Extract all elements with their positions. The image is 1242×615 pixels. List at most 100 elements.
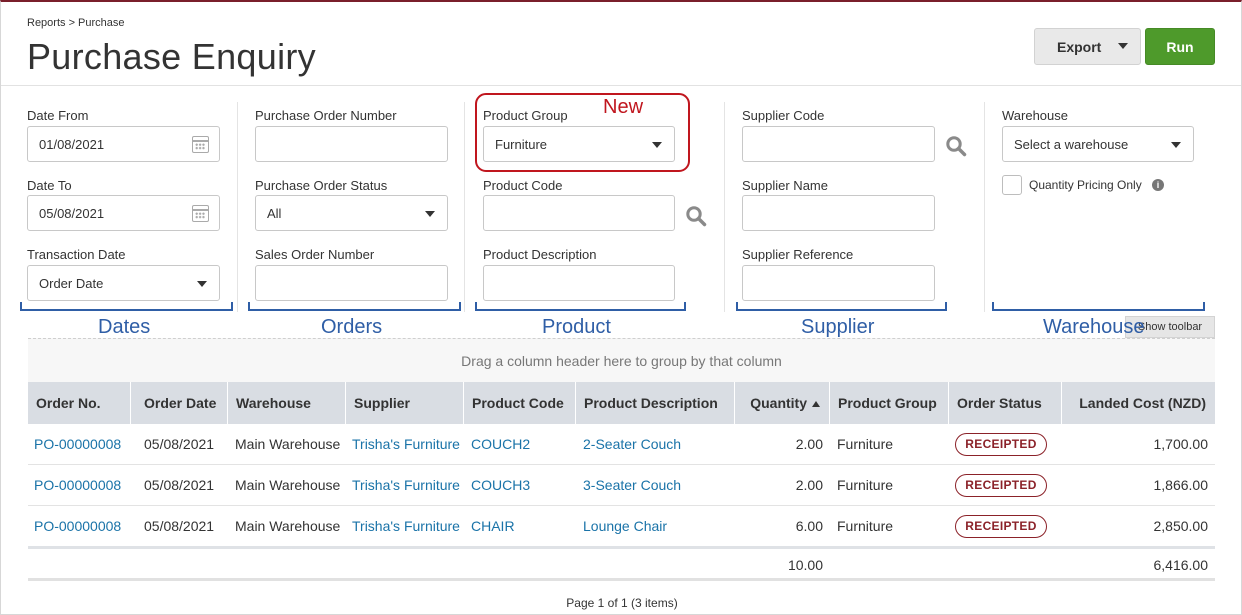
supplier-link[interactable]: Trisha's Furniture: [352, 465, 462, 505]
product-code-input[interactable]: [483, 195, 675, 231]
total-landed-cost: 6,416.00: [1153, 557, 1209, 573]
column-header-product-group[interactable]: Product Group: [829, 382, 948, 424]
supplier-reference-input[interactable]: [742, 265, 935, 301]
column-header-supplier[interactable]: Supplier: [345, 382, 463, 424]
product-group-label-annotation: Product: [542, 316, 611, 338]
product-group: Furniture: [837, 436, 894, 452]
date-to-label: Date To: [27, 178, 72, 193]
purchase-order-status-label: Purchase Order Status: [255, 178, 388, 193]
product-group: Furniture: [837, 518, 894, 534]
table-row[interactable]: PO-00000008 05/08/2021 Main Warehouse Trish…: [28, 506, 1215, 547]
grid-header: Order No. Order Date Warehouse Supplier …: [28, 382, 1215, 424]
product-description-link[interactable]: 3-Seater Couch: [583, 465, 733, 505]
product-code-link[interactable]: COUCH3: [471, 465, 571, 505]
export-label: Export: [1057, 38, 1102, 55]
landed-cost: 2,850.00: [1153, 518, 1209, 534]
divider: [1, 85, 1241, 86]
quantity: 2.00: [795, 436, 823, 452]
column-header-warehouse[interactable]: Warehouse: [227, 382, 345, 424]
group-by-panel[interactable]: Drag a column header here to group by th…: [28, 338, 1215, 382]
quantity: 2.00: [795, 477, 823, 493]
divider: [724, 102, 725, 312]
product-description-label: Product Description: [483, 247, 597, 262]
product-description-input[interactable]: [483, 265, 675, 301]
purchase-order-number-input[interactable]: [255, 126, 448, 162]
purchase-order-status-value: All: [267, 205, 282, 221]
purchase-order-status-select[interactable]: All: [255, 195, 448, 231]
sales-order-number-input[interactable]: [255, 265, 448, 301]
product-code-link[interactable]: CHAIR: [471, 506, 571, 546]
status-badge: RECEIPTED: [955, 433, 1047, 456]
date-from-value: 01/08/2021: [39, 136, 105, 152]
export-button[interactable]: Export: [1034, 28, 1141, 65]
warehouse: Main Warehouse: [235, 436, 341, 452]
column-header-quantity-label: Quantity: [750, 395, 807, 411]
warehouse-group-label: Warehouse: [1043, 316, 1145, 338]
supplier-bracket: [736, 302, 947, 311]
column-header-order-date[interactable]: Order Date: [130, 382, 227, 424]
supplier-link[interactable]: Trisha's Furniture: [352, 506, 462, 546]
breadcrumb[interactable]: Reports > Purchase: [27, 17, 125, 29]
supplier-code-input[interactable]: [742, 126, 935, 162]
landed-cost: 1,866.00: [1153, 477, 1209, 493]
new-highlight-box: [475, 93, 690, 172]
pager-info: Page 1 of 1 (3 items): [566, 596, 678, 610]
search-icon[interactable]: [685, 205, 707, 227]
column-header-product-description[interactable]: Product Description: [575, 382, 734, 424]
column-header-quantity[interactable]: Quantity: [734, 382, 829, 424]
order-no-link[interactable]: PO-00000008: [34, 506, 130, 546]
product-code-link[interactable]: COUCH2: [471, 424, 571, 464]
column-header-landed-cost[interactable]: Landed Cost (NZD): [1061, 382, 1215, 424]
run-button[interactable]: Run: [1145, 28, 1215, 65]
order-no-link[interactable]: PO-00000008: [34, 424, 130, 464]
column-header-product-code[interactable]: Product Code: [463, 382, 575, 424]
search-icon[interactable]: [945, 135, 967, 157]
info-icon[interactable]: i: [1152, 179, 1164, 191]
supplier-link[interactable]: Trisha's Furniture: [352, 424, 462, 464]
order-no-link[interactable]: PO-00000008: [34, 465, 130, 505]
sales-order-number-label: Sales Order Number: [255, 247, 375, 262]
quantity: 6.00: [795, 518, 823, 534]
new-annotation: New: [603, 96, 644, 118]
table-row[interactable]: PO-00000008 05/08/2021 Main Warehouse Trish…: [28, 465, 1215, 506]
quantity-pricing-checkbox[interactable]: [1002, 175, 1022, 195]
product-description-link[interactable]: Lounge Chair: [583, 506, 733, 546]
total-quantity: 10.00: [787, 557, 823, 573]
sort-ascending-icon: [812, 401, 820, 407]
order-date: 05/08/2021: [144, 436, 215, 452]
product-code-label: Product Code: [483, 178, 563, 193]
warehouse: Main Warehouse: [235, 477, 341, 493]
product-group: Furniture: [837, 477, 894, 493]
supplier-name-label: Supplier Name: [742, 178, 828, 193]
date-from-label: Date From: [27, 108, 89, 123]
date-from-input[interactable]: 01/08/2021: [27, 126, 220, 162]
supplier-reference-label: Supplier Reference: [742, 247, 854, 262]
quantity-pricing-label: Quantity Pricing Only: [1029, 178, 1142, 192]
purchase-order-number-label: Purchase Order Number: [255, 108, 397, 123]
date-to-value: 05/08/2021: [39, 205, 105, 221]
table-row[interactable]: PO-00000008 05/08/2021 Main Warehouse Trish…: [28, 424, 1215, 465]
chevron-down-icon: [1118, 43, 1128, 49]
supplier-name-input[interactable]: [742, 195, 935, 231]
calendar-icon[interactable]: [192, 136, 209, 153]
calendar-icon[interactable]: [192, 205, 209, 222]
product-description-link[interactable]: 2-Seater Couch: [583, 424, 733, 464]
warehouse-bracket: [992, 302, 1205, 311]
transaction-date-label: Transaction Date: [27, 247, 126, 262]
column-header-order-no[interactable]: Order No.: [28, 382, 130, 424]
column-header-order-status[interactable]: Order Status: [948, 382, 1061, 424]
product-bracket: [475, 302, 686, 311]
warehouse: Main Warehouse: [235, 518, 341, 534]
transaction-date-value: Order Date: [39, 275, 104, 291]
dates-bracket: [20, 302, 233, 311]
dates-group-label: Dates: [98, 316, 151, 338]
supplier-code-label: Supplier Code: [742, 108, 825, 123]
date-to-input[interactable]: 05/08/2021: [27, 195, 220, 231]
status-badge: RECEIPTED: [955, 515, 1047, 538]
warehouse-label: Warehouse: [1002, 108, 1068, 123]
supplier-group-label: Supplier: [801, 316, 875, 338]
transaction-date-select[interactable]: Order Date: [27, 265, 220, 301]
status-badge: RECEIPTED: [955, 474, 1047, 497]
warehouse-placeholder: Select a warehouse: [1014, 136, 1129, 152]
warehouse-select[interactable]: Select a warehouse: [1002, 126, 1194, 162]
